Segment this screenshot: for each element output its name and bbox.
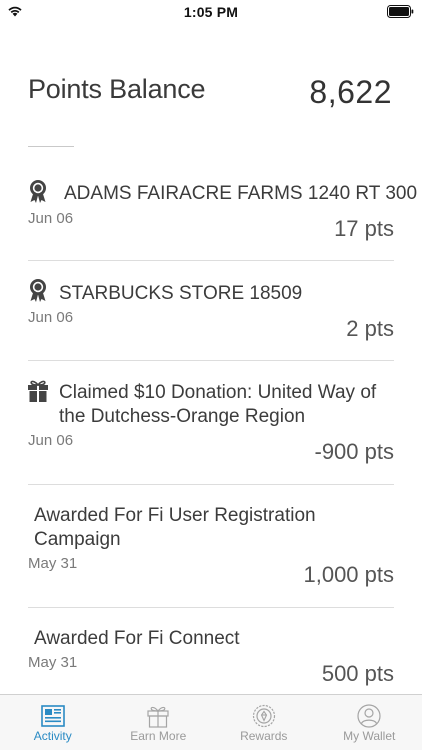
activity-date: Jun 06 [28, 432, 74, 449]
tab-label: Activity [33, 729, 72, 743]
tab-my-wallet[interactable]: My Wallet [317, 695, 422, 750]
activity-icon [40, 705, 65, 727]
activity-title-line-2: the Dutchess-Orange Region [59, 406, 306, 427]
activity-title: Awarded For Fi Connect [34, 628, 240, 649]
tab-label: My Wallet [343, 729, 396, 743]
points-balance-title: Points Balance [28, 74, 206, 104]
battery-icon [387, 5, 414, 18]
gift-icon [147, 706, 169, 728]
activity-item[interactable]: Awarded For Fi User Registration Campaig… [0, 485, 422, 608]
activity-points: 500 pts [321, 661, 394, 686]
activity-list[interactable]: ADAMS FAIRACRE FARMS 1240 RT 300 Jun 06 … [0, 160, 422, 694]
activity-points: 1,000 pts [303, 562, 394, 587]
status-bar: 1:05 PM [0, 0, 422, 24]
rewards-icon [252, 704, 275, 728]
user-icon [357, 704, 381, 728]
tab-activity[interactable]: Activity [0, 695, 106, 750]
award-icon [30, 180, 46, 203]
tab-label: Earn More [130, 729, 187, 743]
tab-bar: Activity Earn More Rewards My Wallet [0, 694, 422, 750]
activity-title: ADAMS FAIRACRE FARMS 1240 RT 300 [64, 183, 418, 204]
activity-title: STARBUCKS STORE 18509 [59, 283, 303, 304]
tab-earn-more[interactable]: Earn More [106, 695, 212, 750]
activity-title-line-2: Campaign [34, 529, 121, 550]
activity-title: Claimed $10 Donation: United Way of [59, 382, 377, 403]
activity-item[interactable]: Awarded For Fi Connect May 31 500 pts [0, 608, 422, 694]
tab-label: Rewards [240, 729, 288, 743]
activity-points: 2 pts [346, 316, 394, 341]
activity-item[interactable]: ADAMS FAIRACRE FARMS 1240 RT 300 Jun 06 … [0, 160, 422, 261]
activity-date: Jun 06 [28, 309, 74, 326]
activity-date: Jun 06 [28, 210, 74, 227]
activity-points: 17 pts [334, 216, 394, 241]
points-balance-value: 8,622 [309, 74, 392, 110]
tab-rewards[interactable]: Rewards [211, 695, 317, 750]
activity-points: -900 pts [314, 439, 395, 464]
activity-item[interactable]: Claimed $10 Donation: United Way of the … [0, 361, 422, 485]
activity-item[interactable]: STARBUCKS STORE 18509 Jun 06 2 pts [0, 261, 422, 361]
status-time: 1:05 PM [183, 4, 239, 20]
gift-icon [28, 380, 48, 402]
header-divider [28, 146, 74, 147]
award-icon [30, 279, 46, 302]
activity-date: May 31 [28, 555, 78, 572]
activity-title: Awarded For Fi User Registration [34, 505, 316, 526]
points-balance-header: Points Balance 8,622 [28, 70, 394, 120]
activity-date: May 31 [28, 654, 78, 671]
